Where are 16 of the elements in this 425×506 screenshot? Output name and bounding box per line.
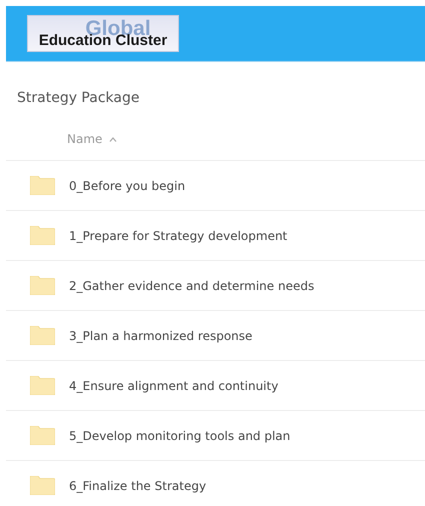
folder-name[interactable]: 3_Plan a harmonized response [69, 328, 252, 342]
folder-name[interactable]: 1_Prepare for Strategy development [69, 228, 288, 242]
folder-name[interactable]: 6_Finalize the Strategy [69, 478, 206, 492]
logo: Global Education Cluster [27, 15, 179, 52]
folder-icon [30, 426, 55, 445]
folder-icon [30, 376, 55, 395]
page-title: Strategy Package [17, 90, 140, 106]
folder-name[interactable]: 0_Before you begin [69, 178, 186, 192]
folder-name[interactable]: 2_Gather evidence and determine needs [69, 278, 314, 292]
folder-icon [30, 176, 55, 195]
folder-icon [30, 326, 55, 345]
folder-icon [30, 476, 55, 495]
folder-icon [30, 276, 55, 295]
folder-name[interactable]: 5_Develop monitoring tools and plan [69, 428, 290, 442]
folder-name[interactable]: 4_Ensure alignment and continuity [69, 378, 278, 392]
folder-icon [30, 226, 55, 245]
